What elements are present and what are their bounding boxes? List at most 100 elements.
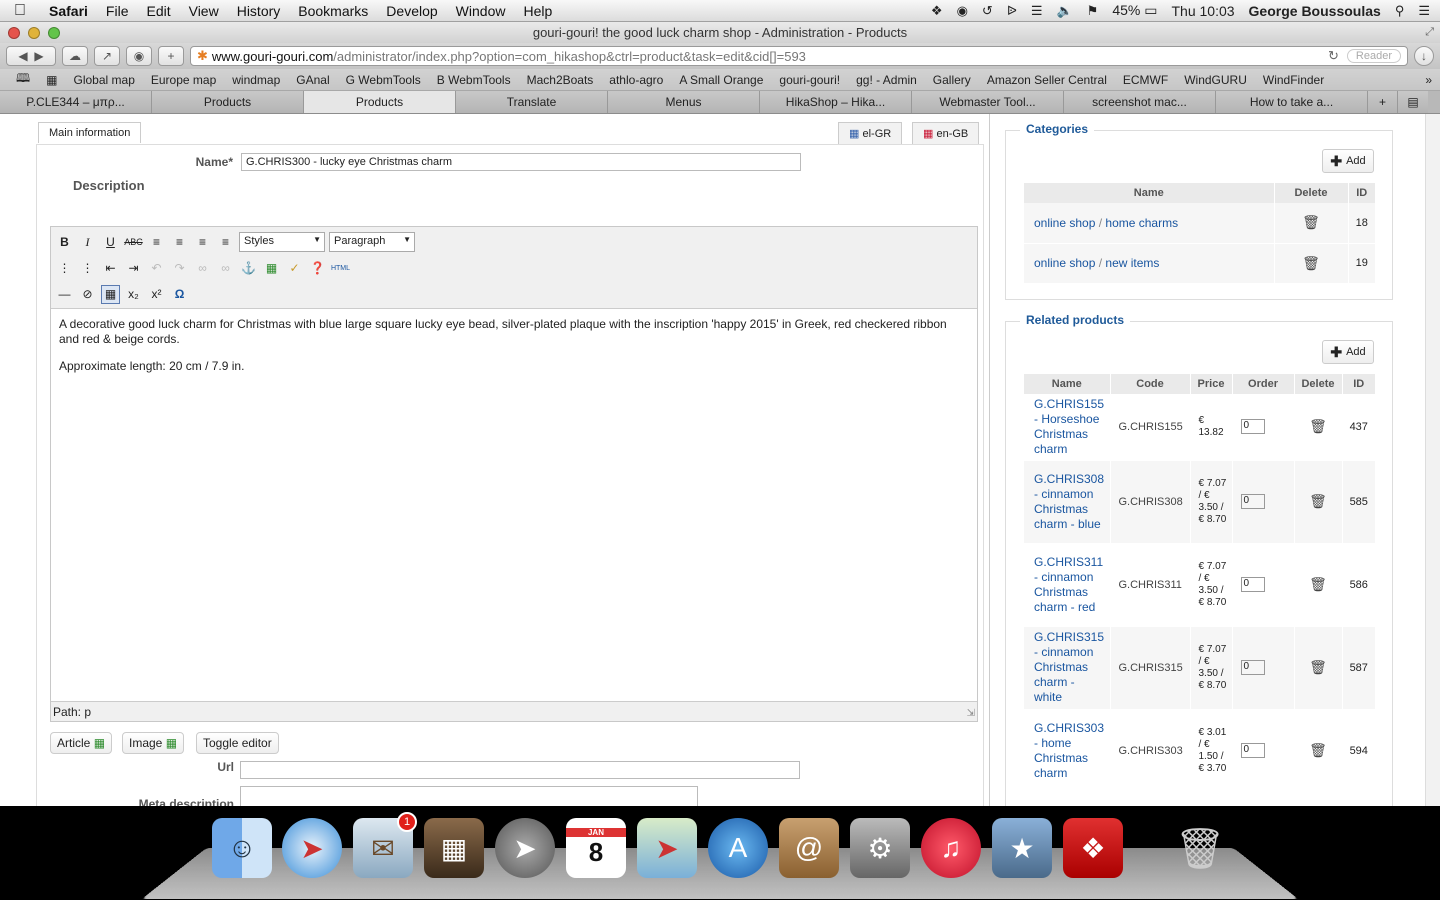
wifi-icon[interactable]: ☰	[1031, 3, 1043, 19]
indent-icon[interactable]: ⇥	[124, 259, 143, 278]
redo-icon[interactable]: ↷	[170, 259, 189, 278]
browser-tab[interactable]: HikaShop – Hika...	[760, 91, 912, 113]
editor-body[interactable]: A decorative good luck charm for Christm…	[51, 309, 977, 394]
menu-view[interactable]: View	[180, 3, 228, 19]
related-product-link[interactable]: G.CHRIS303 - home Christmas charm	[1034, 721, 1104, 780]
visual-aid-icon[interactable]: ▦	[101, 284, 120, 304]
maps-icon[interactable]: ➤	[637, 818, 697, 878]
time-machine-icon[interactable]: ↺	[982, 3, 993, 19]
iphoto-icon[interactable]: ★	[992, 818, 1052, 878]
app-store-icon[interactable]: A	[708, 818, 768, 878]
bookmark-item[interactable]: Gallery	[925, 73, 979, 87]
tab-main-information[interactable]: Main information	[38, 122, 142, 143]
related-product-link[interactable]: G.CHRIS308 - cinnamon Christmas charm - …	[1034, 472, 1104, 531]
bookmark-item[interactable]: WindGURU	[1176, 73, 1255, 87]
flag-icon[interactable]: ⚑	[1087, 3, 1099, 19]
unlink-icon[interactable]: ∞	[216, 259, 235, 278]
reading-list-icon[interactable]: 🕮	[8, 69, 38, 90]
category-link[interactable]: online shop / home charms	[1034, 216, 1178, 230]
bookmark-item[interactable]: gouri-gouri!	[771, 73, 848, 87]
bookmark-item[interactable]: ECMWF	[1115, 73, 1176, 87]
undo-icon[interactable]: ↶	[147, 259, 166, 278]
html-source-icon[interactable]: HTML	[331, 259, 350, 278]
align-center-icon[interactable]: ≡	[170, 233, 189, 252]
minimize-window-button[interactable]	[28, 27, 40, 39]
menu-develop[interactable]: Develop	[377, 3, 446, 19]
calendar-icon[interactable]: JAN 8	[566, 818, 626, 878]
browser-tab[interactable]: P.CLE344 – μπρ...	[0, 91, 152, 113]
trash-icon[interactable]: 🗑	[1294, 626, 1343, 710]
clock[interactable]: Thu 10:03	[1171, 3, 1234, 19]
image-icon[interactable]: ▦	[262, 259, 281, 278]
bookmark-item[interactable]: GAnal	[288, 73, 337, 87]
browser-tab[interactable]: Menus	[608, 91, 760, 113]
add-related-product-button[interactable]: ✚ Add	[1322, 340, 1374, 364]
related-product-link[interactable]: G.CHRIS315 - cinnamon Christmas charm - …	[1034, 630, 1104, 704]
tab-overview-icon[interactable]: ▤	[1398, 91, 1428, 113]
top-sites-icon[interactable]: ▦	[38, 73, 65, 87]
forward-arrow-icon[interactable]: ▶	[34, 49, 43, 63]
cleanup-icon[interactable]: ✓	[285, 259, 304, 278]
align-justify-icon[interactable]: ≡	[216, 233, 235, 252]
related-product-link[interactable]: G.CHRIS155 - Horseshoe Christmas charm	[1034, 397, 1104, 456]
order-input[interactable]: 0	[1240, 494, 1265, 509]
close-window-button[interactable]	[8, 27, 20, 39]
bookmark-item[interactable]: Mach2Boats	[519, 73, 602, 87]
resize-handle-icon[interactable]: ⇲	[967, 708, 975, 719]
bookmark-item[interactable]: A Small Orange	[671, 73, 771, 87]
reader-button[interactable]: Reader	[1346, 49, 1401, 63]
dropbox-icon[interactable]: ❖	[931, 3, 943, 19]
browser-tab[interactable]: screenshot mac...	[1064, 91, 1216, 113]
volume-icon[interactable]: 🔈	[1056, 3, 1072, 19]
bookmark-item[interactable]: gg! - Admin	[848, 73, 925, 87]
paragraph-select[interactable]: Paragraph ▼	[329, 232, 415, 252]
outdent-icon[interactable]: ⇤	[101, 259, 120, 278]
url-field[interactable]	[240, 761, 800, 779]
finder-icon[interactable]: ☺	[212, 818, 272, 878]
bullet-list-icon[interactable]: ⋮	[55, 259, 74, 278]
horizontal-rule-icon[interactable]: —	[55, 285, 74, 304]
apple-menu-icon[interactable]: 	[0, 2, 40, 20]
order-input[interactable]: 0	[1240, 577, 1265, 592]
trash-icon[interactable]: 🗑	[1294, 543, 1343, 627]
share-button[interactable]: ↗	[94, 46, 120, 66]
remove-format-icon[interactable]: ⊘	[78, 285, 97, 304]
menu-app-safari[interactable]: Safari	[40, 3, 97, 19]
category-link[interactable]: online shop / new items	[1034, 256, 1159, 270]
user-name[interactable]: George Boussoulas	[1249, 3, 1381, 19]
align-right-icon[interactable]: ≡	[193, 233, 212, 252]
menu-window[interactable]: Window	[447, 3, 515, 19]
bookmark-item[interactable]: Amazon Seller Central	[979, 73, 1115, 87]
downloads-button[interactable]: ↓	[1414, 46, 1434, 66]
sync-icon[interactable]: ◉	[957, 3, 968, 19]
browser-tab[interactable]: How to take a...	[1216, 91, 1368, 113]
menu-edit[interactable]: Edit	[137, 3, 179, 19]
fullscreen-icon[interactable]: ⤢	[1425, 22, 1434, 43]
styles-select[interactable]: Styles ▼	[239, 232, 325, 252]
back-forward-buttons[interactable]: ◀ ▶	[6, 46, 56, 66]
subscript-icon[interactable]: x₂	[124, 285, 143, 304]
link-icon[interactable]: ∞	[193, 259, 212, 278]
special-character-icon[interactable]: Ω	[170, 285, 189, 304]
new-tab-button[interactable]: +	[1368, 91, 1398, 113]
contacts-icon[interactable]: @	[779, 818, 839, 878]
image-button[interactable]: Image ▦	[122, 732, 185, 754]
order-input[interactable]: 0	[1240, 743, 1265, 758]
underline-icon[interactable]: U	[101, 233, 120, 252]
add-category-button[interactable]: ✚ Add	[1322, 149, 1374, 173]
bookmark-item[interactable]: B WebmTools	[429, 73, 519, 87]
trash-icon[interactable]: 🗑	[1294, 460, 1343, 544]
bluetooth-icon[interactable]: ᐉ	[1007, 3, 1017, 19]
help-icon[interactable]: ❓	[308, 259, 327, 278]
system-preferences-gear-icon[interactable]: ⚙	[850, 818, 910, 878]
notification-list-icon[interactable]: ☰	[1418, 3, 1430, 19]
bookmark-item[interactable]: WindFinder	[1255, 73, 1332, 87]
acrobat-pdf-icon[interactable]: ❖	[1063, 818, 1123, 878]
browser-tab[interactable]: Translate	[456, 91, 608, 113]
bookmark-item[interactable]: windmap	[224, 73, 288, 87]
itunes-icon[interactable]: ♫	[921, 818, 981, 878]
bold-icon[interactable]: B	[55, 233, 74, 252]
page-scrollbar[interactable]	[1425, 114, 1440, 806]
italic-icon[interactable]: I	[78, 233, 97, 252]
zoom-window-button[interactable]	[48, 27, 60, 39]
